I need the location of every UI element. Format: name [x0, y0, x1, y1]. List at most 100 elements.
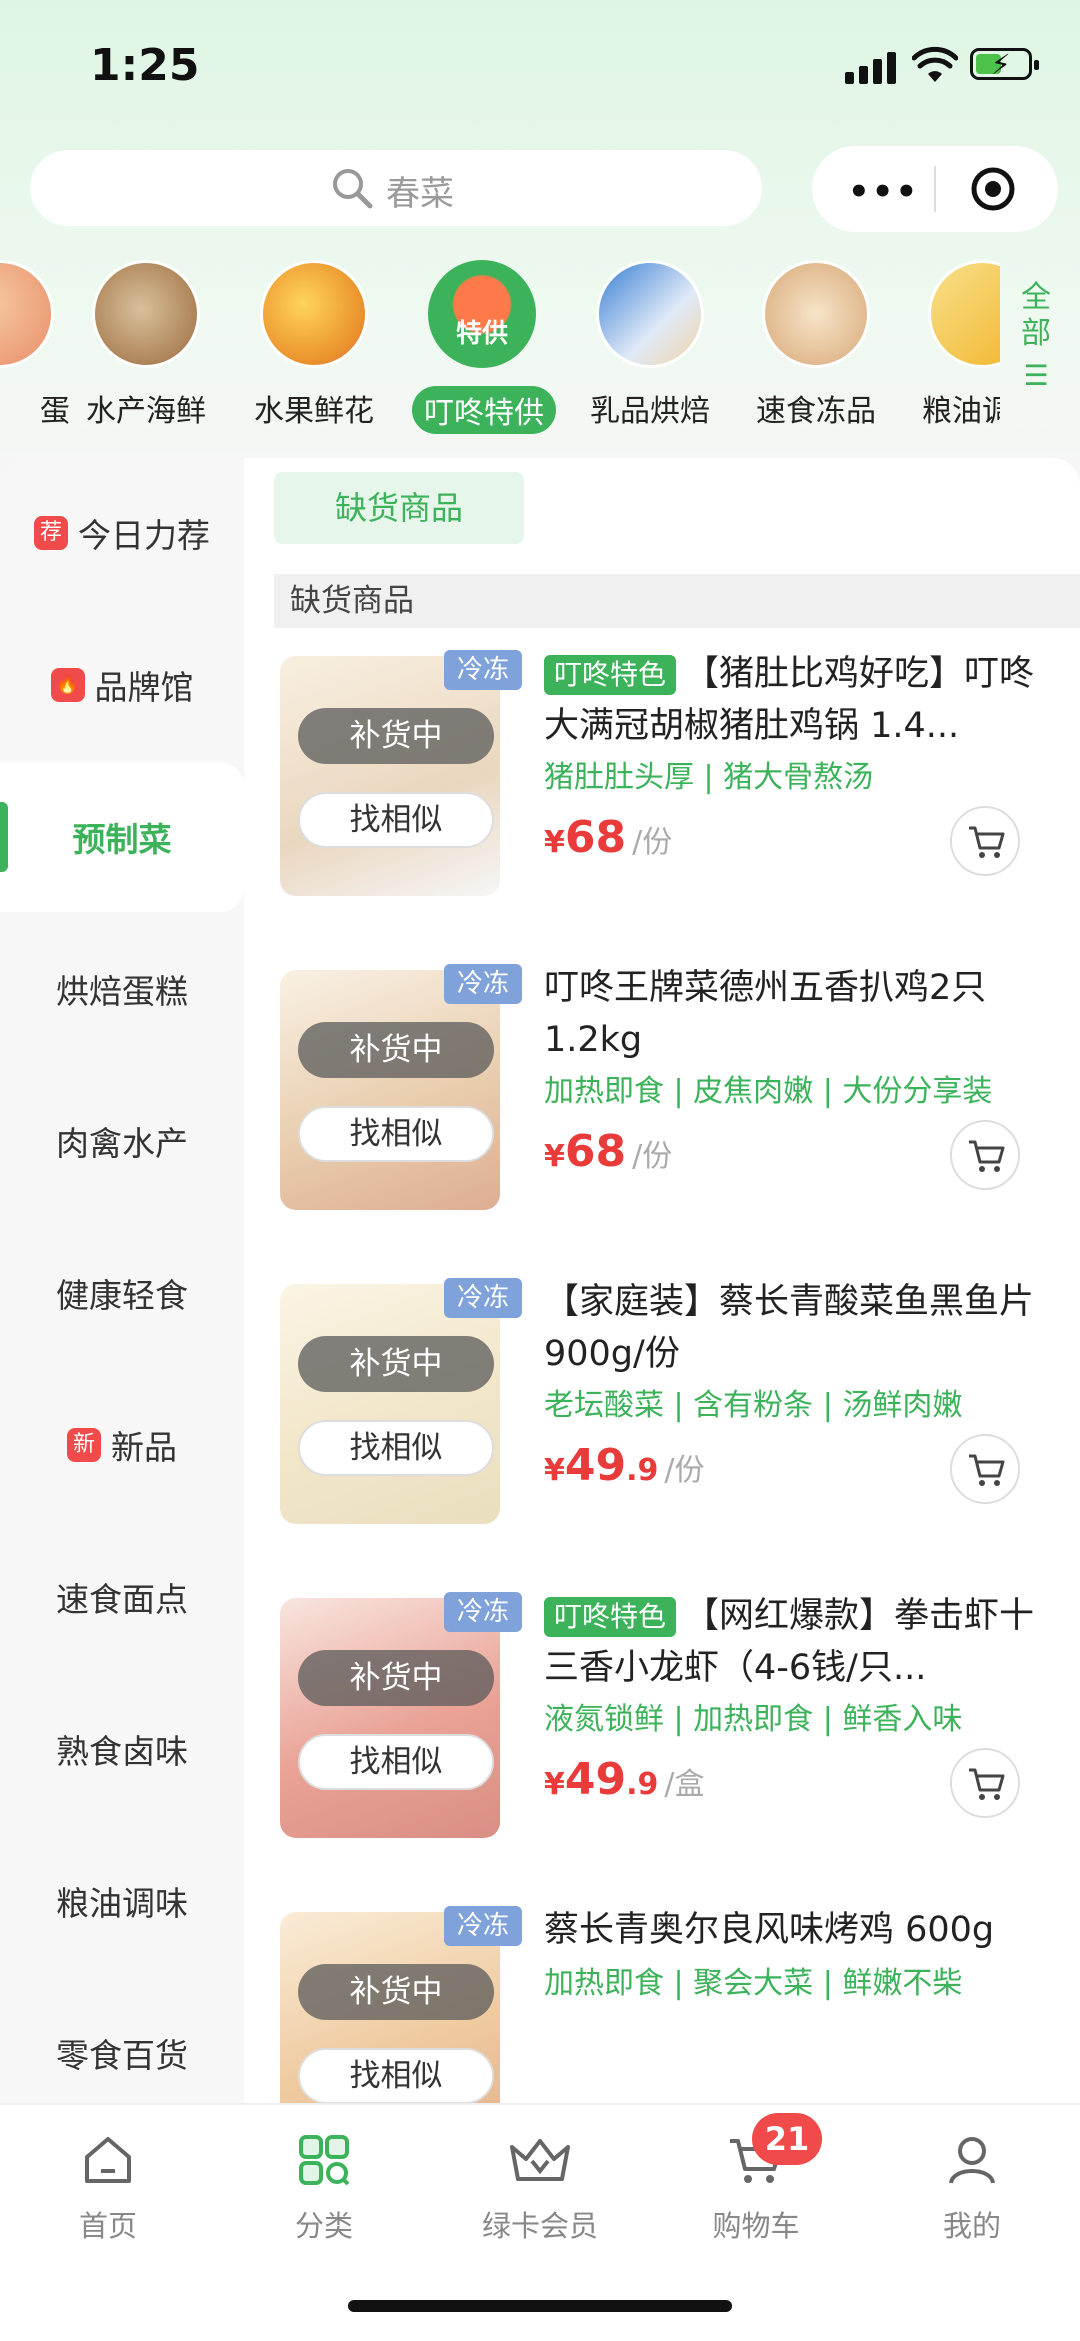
- frozen-badge: 冷冻: [444, 650, 522, 690]
- tab-home[interactable]: 首页: [0, 2125, 216, 2245]
- filter-chip-out-of-stock[interactable]: 缺货商品: [274, 472, 524, 544]
- all-categories-button[interactable]: 全 部 ☰: [1008, 280, 1064, 394]
- tab-green-card-member[interactable]: 绿卡会员: [432, 2125, 648, 2245]
- cart-icon: [969, 1454, 1005, 1486]
- close-target-icon[interactable]: [970, 166, 1016, 212]
- find-similar-button[interactable]: 找相似: [298, 2048, 494, 2103]
- category-image: [596, 260, 704, 368]
- sidebar-item-today-recommend[interactable]: 荐 今日力荐: [0, 458, 244, 608]
- sidebar-item-instant-noodles[interactable]: 速食面点: [0, 1522, 244, 1672]
- category-egg[interactable]: 蛋: [0, 250, 70, 430]
- product-title: 蔡长青奥尔良风味烤鸡 600g: [544, 1910, 995, 1950]
- special-tag: 叮咚特色: [544, 655, 677, 695]
- product-desc: 液氮锁鲜 | 加热即食 | 鲜香入味: [544, 1702, 963, 1737]
- restocking-label: 补货中: [298, 1022, 494, 1078]
- category-special-badge: 特供: [455, 319, 508, 349]
- product-price: ¥68/份: [544, 1126, 673, 1177]
- cart-icon: [969, 826, 1005, 858]
- product-image: [280, 656, 500, 896]
- add-to-cart-button[interactable]: [950, 806, 1020, 876]
- product-price: ¥68/份: [544, 812, 673, 863]
- mini-program-capsule[interactable]: •••: [812, 146, 1058, 232]
- restocking-label: 补货中: [298, 708, 494, 764]
- wifi-icon: [912, 46, 958, 82]
- find-similar-button[interactable]: 找相似: [298, 792, 494, 848]
- category-image: [260, 260, 368, 368]
- restocking-label: 补货中: [298, 1650, 494, 1706]
- product-title: 叮咚特色 【网红爆款】拳击虾十三香小龙虾（4-6钱/只...: [544, 1596, 1035, 1688]
- category-dingdong-special[interactable]: 特供 叮咚特供: [412, 250, 556, 434]
- battery-icon: ⚡: [970, 48, 1039, 81]
- tab-mine[interactable]: 我的: [864, 2125, 1080, 2245]
- special-tag: 叮咚特色: [544, 1597, 677, 1637]
- category-image: [92, 260, 200, 368]
- sidebar-item-bakery-cake[interactable]: 烘焙蛋糕: [0, 914, 244, 1064]
- sidebar-item-new[interactable]: 新 新品: [0, 1370, 244, 1520]
- product-card[interactable]: 冷冻 补货中 找相似 叮咚王牌菜德州五香扒鸡2只 1.2kg 加热即食 | 皮焦…: [244, 950, 1080, 1264]
- restocking-label: 补货中: [298, 1336, 494, 1392]
- search-bar[interactable]: 春菜: [30, 150, 762, 226]
- menu-lines-icon: ☰: [1023, 359, 1049, 392]
- category-dairy-bakery[interactable]: 乳品烘焙: [580, 250, 720, 430]
- category-image: [928, 260, 1000, 368]
- category-grain-oil[interactable]: 粮油调: [912, 250, 1000, 430]
- more-icon[interactable]: •••: [848, 172, 919, 212]
- user-icon: [949, 2137, 995, 2184]
- tab-category[interactable]: 分类: [216, 2125, 432, 2245]
- product-desc: 老坛酸菜 | 含有粉条 | 汤鲜肉嫩: [544, 1388, 963, 1423]
- product-title: 叮咚王牌菜德州五香扒鸡2只 1.2kg: [544, 968, 987, 1060]
- product-card[interactable]: 冷冻 补货中 找相似 叮咚特色 【网红爆款】拳击虾十三香小龙虾（4-6钱/只...…: [244, 1578, 1080, 1892]
- product-list-panel: 缺货商品 缺货商品 冷冻 补货中 找相似 叮咚特色 【猪肚比鸡好吃】叮咚大满冠胡椒…: [244, 458, 1080, 2103]
- capsule-divider: [934, 166, 936, 212]
- category-sidebar: 荐 今日力荐 🔥 品牌馆 预制菜 烘焙蛋糕 肉禽水产 健康轻食 新 新品 速食面…: [0, 458, 244, 2103]
- sidebar-item-prepared-dishes[interactable]: 预制菜: [0, 762, 244, 912]
- frozen-badge: 冷冻: [444, 1278, 522, 1318]
- add-to-cart-button[interactable]: [950, 1434, 1020, 1504]
- crown-icon: [510, 2139, 570, 2181]
- category-seafood[interactable]: 水产海鲜: [76, 250, 216, 430]
- add-to-cart-button[interactable]: [950, 1120, 1020, 1190]
- find-similar-button[interactable]: 找相似: [298, 1106, 494, 1162]
- product-price: ¥49.9/份: [544, 1440, 705, 1491]
- sidebar-item-meat-poultry[interactable]: 肉禽水产: [0, 1066, 244, 1216]
- category-image: [762, 260, 870, 368]
- new-tag-icon: 新: [67, 1428, 101, 1462]
- product-desc: 加热即食 | 皮焦肉嫩 | 大份分享装: [544, 1074, 993, 1109]
- product-desc: 加热即食 | 聚会大菜 | 鲜嫩不柴: [544, 1966, 963, 2001]
- category-image: [0, 260, 54, 368]
- status-time: 1:25: [90, 40, 200, 91]
- product-image: [280, 1598, 500, 1838]
- sidebar-item-deli[interactable]: 熟食卤味: [0, 1674, 244, 1824]
- find-similar-button[interactable]: 找相似: [298, 1734, 494, 1790]
- product-title: 【家庭装】蔡长青酸菜鱼黑鱼片 900g/份: [544, 1282, 1035, 1374]
- sidebar-item-grain-seasoning[interactable]: 粮油调味: [0, 1826, 244, 1976]
- product-card[interactable]: 冷冻 补货中 找相似 【家庭装】蔡长青酸菜鱼黑鱼片 900g/份 老坛酸菜 | …: [244, 1264, 1080, 1578]
- product-title: 叮咚特色 【猪肚比鸡好吃】叮咚大满冠胡椒猪肚鸡锅 1.4...: [544, 654, 1035, 746]
- signal-icon: [845, 50, 897, 84]
- category-fruit-flower[interactable]: 水果鲜花: [244, 250, 384, 430]
- category-frozen[interactable]: 速食冻品: [746, 250, 886, 430]
- category-grid-icon: [299, 2135, 350, 2186]
- product-image: [280, 970, 500, 1210]
- product-card[interactable]: 冷冻 补货中 找相似 叮咚特色 【猪肚比鸡好吃】叮咚大满冠胡椒猪肚鸡锅 1.4..…: [244, 636, 1080, 950]
- category-image: 特供: [428, 260, 536, 368]
- cart-icon: [969, 1140, 1005, 1172]
- sidebar-item-brand-hall[interactable]: 🔥 品牌馆: [0, 610, 244, 760]
- restocking-label: 补货中: [298, 1964, 494, 2020]
- category-strip: 蛋 水产海鲜 水果鲜花 特供 叮咚特供 乳品烘焙 速食冻品 粮油调: [0, 250, 1000, 440]
- product-price: ¥49.9/盒: [544, 1754, 705, 1805]
- section-header: 缺货商品: [274, 574, 1080, 628]
- search-icon: [333, 169, 373, 209]
- cart-icon: [969, 1768, 1005, 1800]
- frozen-badge: 冷冻: [444, 964, 522, 1004]
- recommend-tag-icon: 荐: [34, 516, 68, 550]
- product-desc: 猪肚肚头厚 | 猪大骨熬汤: [544, 760, 874, 795]
- sidebar-item-healthy-food[interactable]: 健康轻食: [0, 1218, 244, 1368]
- home-indicator[interactable]: [348, 2300, 732, 2312]
- product-card[interactable]: 冷冻 补货中 找相似 蔡长青奥尔良风味烤鸡 600g 加热即食 | 聚会大菜 |…: [244, 1892, 1080, 2103]
- add-to-cart-button[interactable]: [950, 1748, 1020, 1818]
- product-image: [280, 1284, 500, 1524]
- find-similar-button[interactable]: 找相似: [298, 1420, 494, 1476]
- status-bar: 1:25 ⚡: [0, 0, 1080, 130]
- home-icon: [85, 2137, 131, 2183]
